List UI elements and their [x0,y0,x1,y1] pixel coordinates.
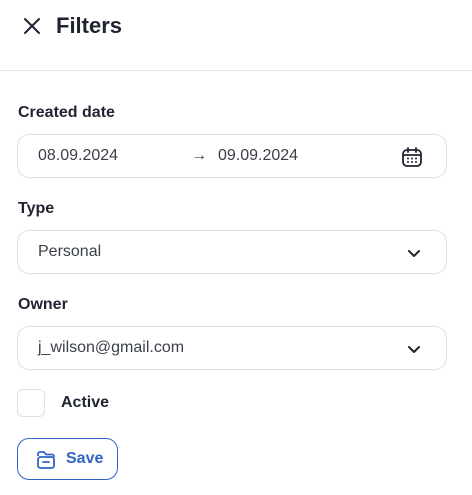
date-range-field[interactable]: 08.09.2024 → 09.09.2024 [17,134,447,178]
filters-header: Filters [0,0,472,71]
page-title: Filters [56,13,123,38]
chevron-down-icon [404,339,424,359]
close-button[interactable] [18,12,46,40]
date-range-arrow: → [191,147,207,164]
created-date-label: Created date [18,104,115,121]
type-select-value: Personal [38,243,102,260]
owner-label: Owner [18,296,68,313]
close-icon [24,18,40,34]
save-button[interactable]: Save [17,438,118,480]
owner-select-value: j_wilson@gmail.com [38,339,185,356]
chevron-down-icon [404,243,424,263]
owner-select[interactable]: j_wilson@gmail.com [17,326,447,370]
date-to-value[interactable]: 09.09.2024 [218,147,298,165]
active-checkbox[interactable] [17,389,45,417]
active-checkbox-label[interactable]: Active [61,394,109,412]
save-button-label: Save [66,450,104,467]
type-select[interactable]: Personal [17,230,447,274]
date-from-value[interactable]: 08.09.2024 [38,147,118,165]
calendar-icon[interactable] [400,145,424,169]
type-label: Type [18,200,55,217]
folder-icon [37,451,55,469]
